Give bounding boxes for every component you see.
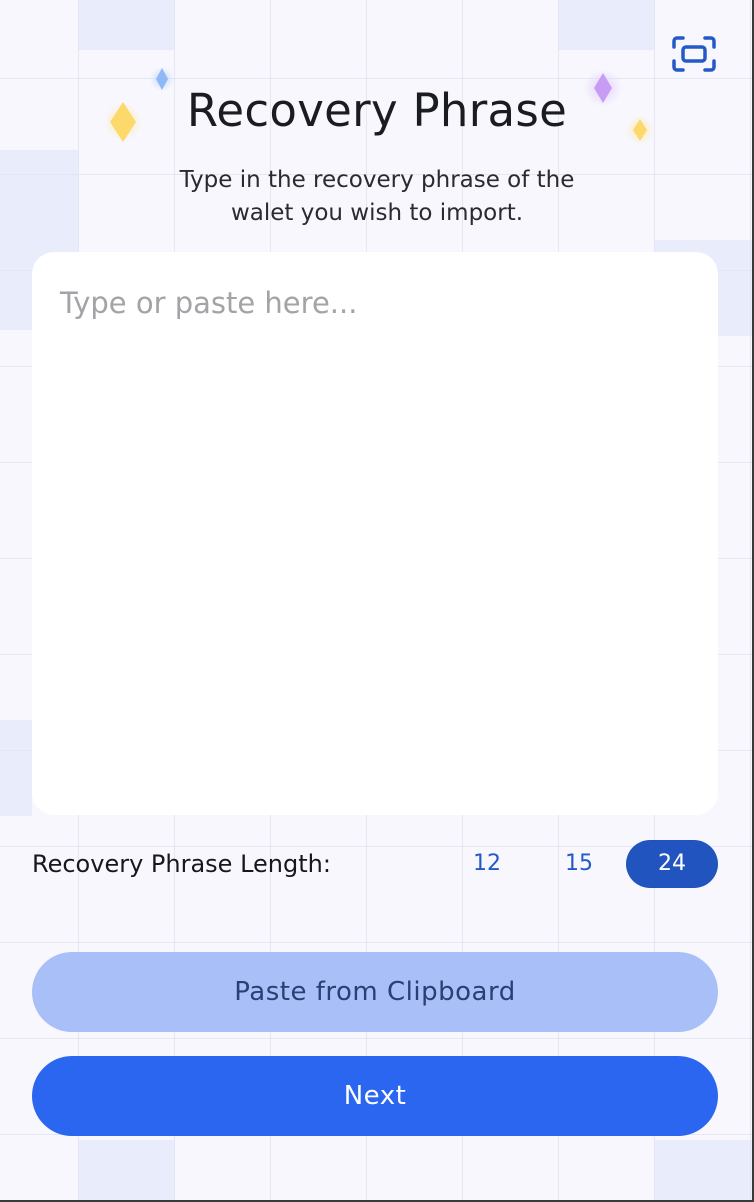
background-tile <box>78 0 174 50</box>
recovery-phrase-box <box>32 252 718 815</box>
background-tile <box>558 0 654 50</box>
scan-qr-button[interactable] <box>668 32 720 76</box>
phrase-length-option-12[interactable]: 12 <box>441 840 533 888</box>
phrase-length-label: Recovery Phrase Length: <box>32 850 331 878</box>
background-tile <box>654 1140 752 1202</box>
recovery-phrase-input[interactable] <box>32 252 718 815</box>
phrase-length-option-15[interactable]: 15 <box>533 840 625 888</box>
background-tile <box>0 720 32 816</box>
page-title: Recovery Phrase <box>186 84 568 137</box>
phrase-length-selector: Recovery Phrase Length: 12 15 24 <box>32 840 718 888</box>
scan-frame-icon <box>672 36 716 72</box>
next-button[interactable]: Next <box>32 1056 718 1136</box>
page-subtitle: Type in the recovery phrase of the walet… <box>179 167 575 226</box>
paste-from-clipboard-button[interactable]: Paste from Clipboard <box>32 952 718 1032</box>
background-tile <box>78 1140 174 1202</box>
phrase-length-option-24[interactable]: 24 <box>626 840 718 888</box>
